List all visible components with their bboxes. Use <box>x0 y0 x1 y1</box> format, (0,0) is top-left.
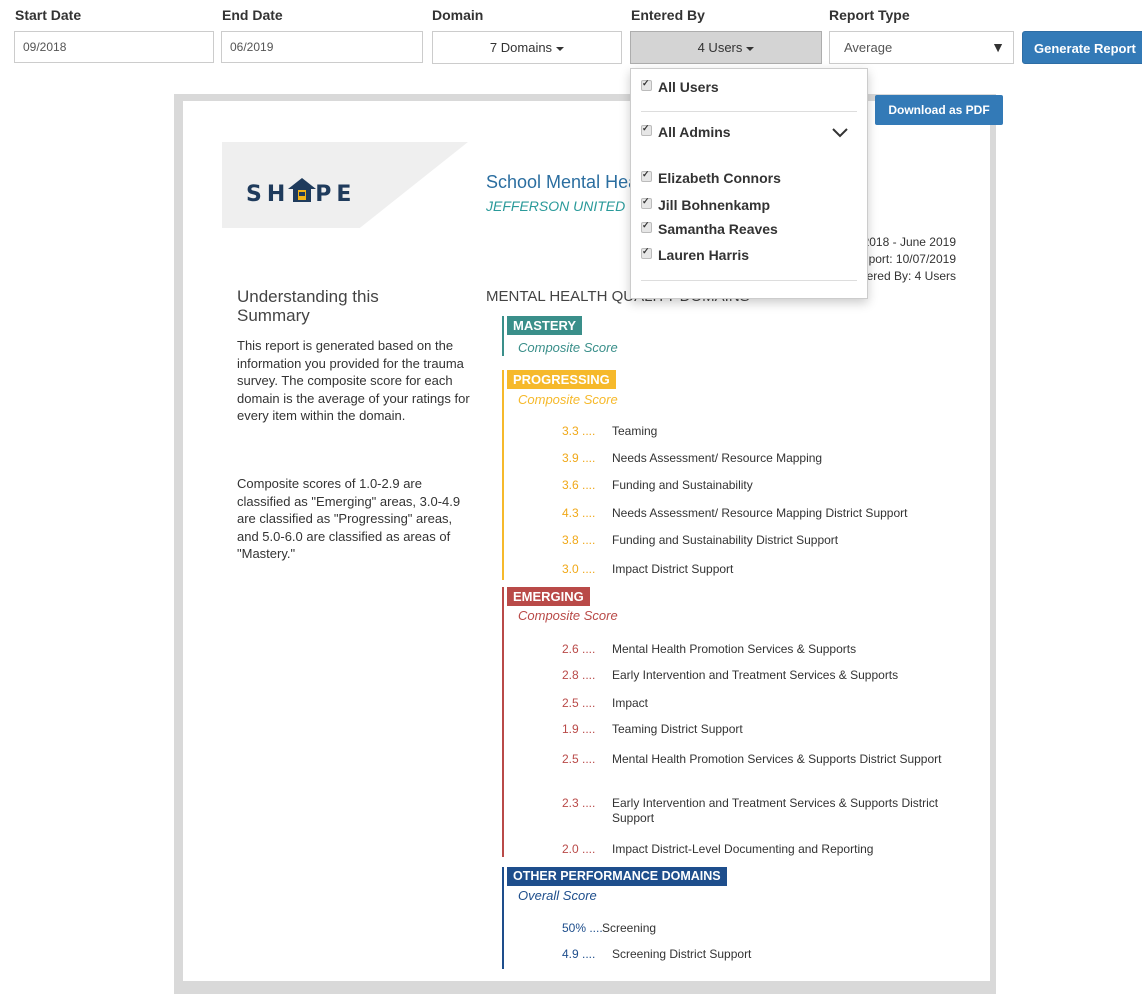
domain-dropdown[interactable]: 7 Domains <box>432 31 622 64</box>
domain-name: Early Intervention and Treatment Service… <box>612 796 939 825</box>
menu-divider <box>641 111 857 112</box>
score-value: 50% .... <box>562 921 603 935</box>
all-users-label: All Users <box>658 79 719 95</box>
checkbox-icon[interactable] <box>641 123 652 136</box>
progressing-subtitle: Composite Score <box>518 392 618 407</box>
house-icon <box>287 177 317 202</box>
progressing-line <box>502 370 504 580</box>
end-date-label: End Date <box>222 7 283 23</box>
user-option-elizabeth-connors[interactable]: Elizabeth Connors <box>641 169 781 186</box>
user-name: Elizabeth Connors <box>658 170 781 186</box>
progressing-label: PROGRESSING <box>507 370 616 389</box>
mastery-label: MASTERY <box>507 316 583 335</box>
menu-divider <box>641 280 857 281</box>
domain-name: Funding and Sustainability District Supp… <box>612 533 839 547</box>
understanding-paragraph-2: Composite scores of 1.0-2.9 are classifi… <box>237 476 461 561</box>
score-value: 1.9 .... <box>562 722 596 736</box>
emerging-label: EMERGING <box>507 587 590 606</box>
chevron-down-icon[interactable] <box>831 125 849 139</box>
score-value: 4.9 .... <box>562 947 596 961</box>
mastery-subtitle: Composite Score <box>518 340 618 355</box>
entered-by-dropdown-value: 4 Users <box>697 40 743 55</box>
emerging-line <box>502 587 504 857</box>
understanding-title: Understanding this Summary <box>237 287 379 325</box>
checkbox-icon[interactable] <box>641 169 652 182</box>
all-admins-label: All Admins <box>658 124 731 140</box>
report-type-value: Average <box>844 40 893 55</box>
domain-name: Impact <box>612 696 649 710</box>
score-value: 3.8 .... <box>562 533 596 547</box>
domain-name: Mental Health Promotion Services & Suppo… <box>612 752 942 766</box>
score-value: 3.0 .... <box>562 562 596 576</box>
emerging-subtitle: Composite Score <box>518 608 618 623</box>
start-date-input[interactable]: 09/2018 <box>14 31 214 63</box>
end-date-input[interactable]: 06/2019 <box>221 31 423 63</box>
mastery-line <box>502 316 504 356</box>
report-school-name: JEFFERSON UNITED <box>486 198 626 214</box>
domain-name: Mental Health Promotion Services & Suppo… <box>612 642 857 656</box>
other-domains-label: OTHER PERFORMANCE DOMAINS <box>507 867 727 886</box>
domain-name: Teaming <box>612 424 658 438</box>
score-value: 2.8 .... <box>562 668 596 682</box>
report-type-label: Report Type <box>829 7 910 23</box>
domain-dropdown-value: 7 Domains <box>489 40 553 55</box>
domain-name: Needs Assessment/ Resource Mapping Distr… <box>612 506 908 520</box>
domain-name: Impact District-Level Documenting and Re… <box>612 842 874 856</box>
score-value: 4.3 .... <box>562 506 596 520</box>
all-users-option[interactable]: All Users <box>641 78 719 95</box>
caret-down-icon <box>746 46 755 51</box>
score-value: 3.3 .... <box>562 424 596 438</box>
user-name: Jill Bohnenkamp <box>658 197 771 213</box>
domain-name: Impact District Support <box>612 562 734 576</box>
domain-name: Early Intervention and Treatment Service… <box>612 668 899 682</box>
select-arrow-icon: ▼ <box>991 39 1005 55</box>
caret-down-icon <box>556 46 565 51</box>
domain-name: Needs Assessment/ Resource Mapping <box>612 451 823 465</box>
domain-name: Screening District Support <box>612 947 752 961</box>
entered-by-dropdown[interactable]: 4 Users <box>630 31 822 64</box>
checkbox-icon[interactable] <box>641 220 652 233</box>
score-value: 2.5 .... <box>562 696 596 710</box>
all-admins-option[interactable]: All Admins <box>641 123 731 140</box>
other-domains-subtitle: Overall Score <box>518 888 597 903</box>
entered-by-label: Entered By <box>631 7 705 23</box>
domain-name: Funding and Sustainability <box>612 478 753 492</box>
understanding-paragraph-1: This report is generated based on the in… <box>237 338 470 423</box>
download-pdf-button[interactable]: Download as PDF <box>875 95 1003 125</box>
domain-name: Screening <box>602 921 657 935</box>
start-date-label: Start Date <box>15 7 82 23</box>
checkbox-icon[interactable] <box>641 246 652 259</box>
other-line <box>502 867 504 969</box>
user-option-lauren-harris[interactable]: Lauren Harris <box>641 246 750 263</box>
checkbox-icon[interactable] <box>641 196 652 209</box>
shape-logo: SH PE <box>246 177 356 207</box>
entered-by-menu: All Users All Admins Elizabeth Connors J… <box>630 68 868 299</box>
score-value: 2.5 .... <box>562 752 596 766</box>
score-value: 3.6 .... <box>562 478 596 492</box>
report-type-select[interactable]: Average ▼ <box>829 31 1014 64</box>
score-value: 2.6 .... <box>562 642 596 656</box>
user-option-jill-bohnenkamp[interactable]: Jill Bohnenkamp <box>641 196 771 213</box>
generate-report-button[interactable]: Generate Report <box>1022 31 1142 64</box>
domain-label: Domain <box>432 7 484 23</box>
score-value: 3.9 .... <box>562 451 596 465</box>
score-value: 2.3 .... <box>562 796 596 810</box>
user-name: Samantha Reaves <box>658 221 778 237</box>
user-option-samantha-reaves[interactable]: Samantha Reaves <box>641 220 778 237</box>
domain-name: Teaming District Support <box>612 722 743 736</box>
score-value: 2.0 .... <box>562 842 596 856</box>
checkbox-icon[interactable] <box>641 78 652 91</box>
user-name: Lauren Harris <box>658 247 750 263</box>
